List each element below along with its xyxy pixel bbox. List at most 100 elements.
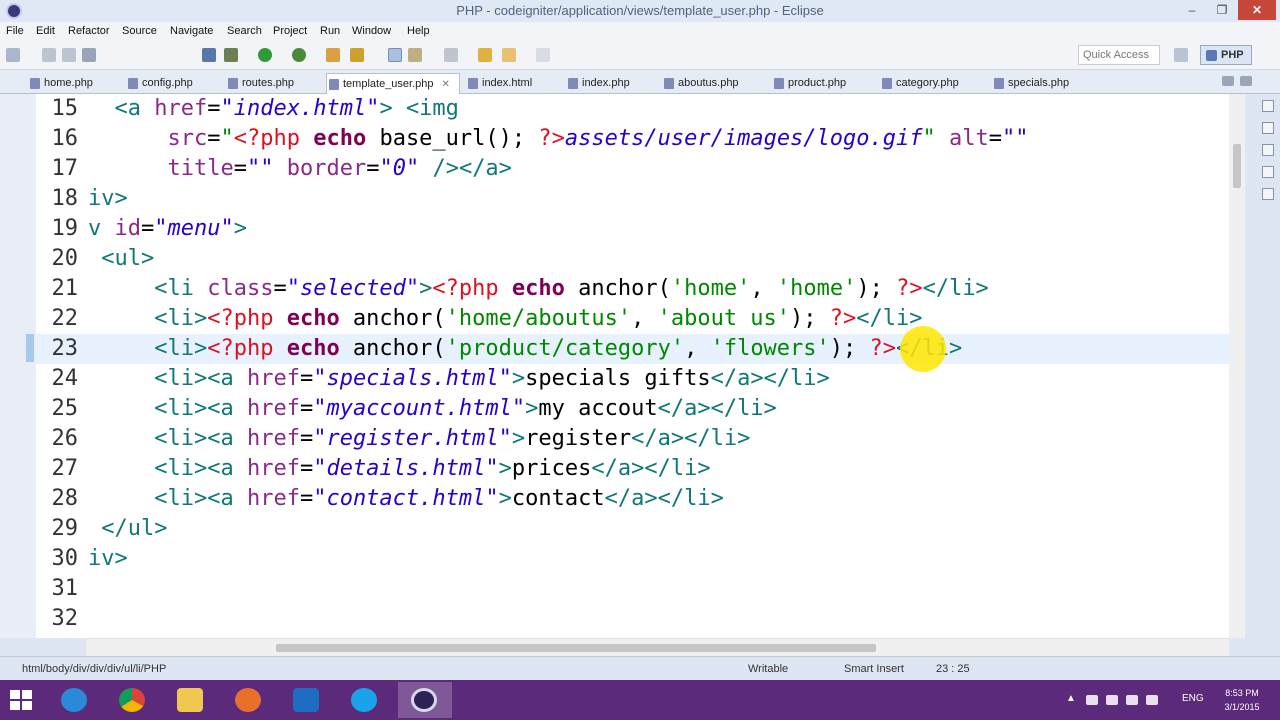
console-icon[interactable] [1262,166,1274,178]
tab-product-php[interactable]: product.php [772,73,872,94]
code-token: > [498,486,512,511]
problems-icon[interactable] [1262,188,1274,200]
skype-icon[interactable] [338,682,392,718]
code-line[interactable]: 23 <li><?php echo anchor('product/catego… [36,334,1229,364]
open-resource-icon[interactable] [350,48,364,62]
external-tools-icon[interactable] [292,48,306,62]
tab-aboutus-php[interactable]: aboutus.php [662,73,768,94]
menu-search[interactable]: Search [227,25,262,37]
maximize-button[interactable]: ❐ [1208,0,1236,20]
skip-breakpoints-icon[interactable] [202,48,216,62]
vertical-scrollbar[interactable] [1229,94,1245,638]
code-line[interactable]: 31 [36,574,1229,604]
firefox-icon[interactable] [222,682,276,718]
code-token: </a></li> [657,396,777,421]
minimize-editor-icon[interactable] [1222,76,1234,86]
save-icon[interactable] [42,48,56,62]
back-icon[interactable] [502,48,516,62]
task-icon[interactable] [1262,144,1274,156]
tab-specials-php[interactable]: specials.php [992,73,1092,94]
code-line[interactable]: 20 <ul> [36,244,1229,274]
restore-icon[interactable] [1262,100,1274,112]
code-line[interactable]: 19 v id="menu"> [36,214,1229,244]
tab-label: index.html [482,77,533,89]
toggle-mark-occurrences-icon[interactable] [388,48,402,62]
next-annotation-icon[interactable] [444,48,458,62]
windows-start-icon[interactable] [10,690,32,710]
code-line[interactable]: 29 </ul> [36,514,1229,544]
menu-edit[interactable]: Edit [36,25,55,37]
horizontal-scroll-thumb[interactable] [276,644,876,652]
outlook-icon[interactable] [280,682,334,718]
run-icon[interactable] [258,48,272,62]
open-type-icon[interactable] [326,48,340,62]
maximize-editor-icon[interactable] [1240,76,1252,86]
menu-file[interactable]: File [6,25,24,37]
code-line[interactable]: 22 <li><?php echo anchor('home/aboutus',… [36,304,1229,334]
close-button[interactable]: ✕ [1238,0,1276,20]
menu-source[interactable]: Source [122,25,157,37]
tab-category-php[interactable]: category.php [880,73,984,94]
code-token: ); [829,336,870,361]
menu-run[interactable]: Run [320,25,340,37]
menu-help[interactable]: Help [407,25,430,37]
tab-template-user-php[interactable]: template_user.php ✕ [326,73,460,94]
save-all-icon[interactable] [62,48,76,62]
horizontal-scrollbar[interactable] [86,638,1229,656]
outline-icon[interactable] [1262,122,1274,134]
battery-icon[interactable] [1126,695,1138,705]
volume-icon[interactable] [1146,695,1158,705]
close-tab-icon[interactable]: ✕ [442,79,450,90]
code-line[interactable]: 16 src="<?php echo base_url(); ?>assets/… [36,124,1229,154]
php-perspective-button[interactable]: PHP [1200,45,1252,65]
tab-home-php[interactable]: home.php [28,73,122,94]
action-center-icon[interactable] [1086,695,1098,705]
print-icon[interactable] [82,48,96,62]
last-edit-icon[interactable] [478,48,492,62]
tab-routes-php[interactable]: routes.php [226,73,322,94]
internet-explorer-icon[interactable] [48,682,102,718]
tab-index-php[interactable]: index.php [566,73,660,94]
chrome-icon[interactable] [106,682,160,718]
code-editor[interactable]: 15 <a href="index.html"> <img 16 src="<?p… [36,94,1229,638]
tab-config-php[interactable]: config.php [126,73,220,94]
code-text: <li><a href="myaccount.html">my accout</… [88,394,777,424]
debug-icon[interactable] [224,48,238,62]
vertical-scroll-thumb[interactable] [1233,144,1241,188]
open-perspective-icon[interactable] [1174,48,1188,62]
language-indicator[interactable]: ENG [1182,693,1204,704]
eclipse-taskbar-icon[interactable] [398,682,452,718]
show-hidden-icons[interactable]: ▲ [1066,693,1076,704]
menu-refactor[interactable]: Refactor [68,25,110,37]
annotation-icon[interactable] [408,48,422,62]
code-line[interactable]: 24 <li><a href="specials.html">specials … [36,364,1229,394]
menu-project[interactable]: Project [273,25,307,37]
code-line[interactable]: 32 [36,604,1229,634]
quick-access-input[interactable]: Quick Access [1078,45,1160,65]
code-line[interactable]: 30 iv> [36,544,1229,574]
network-icon[interactable] [1106,695,1118,705]
code-line[interactable]: 27 <li><a href="details.html">prices</a>… [36,454,1229,484]
code-line[interactable]: 25 <li><a href="myaccount.html">my accou… [36,394,1229,424]
code-token: </a></li> [604,486,724,511]
code-line[interactable]: 26 <li><a href="register.html">register<… [36,424,1229,454]
tab-index-html[interactable]: index.html [466,73,560,94]
code-line[interactable]: 18 iv> [36,184,1229,214]
code-line[interactable]: 21 <li class="selected"><?php echo ancho… [36,274,1229,304]
code-token: "contact.html" [313,486,499,511]
forward-icon[interactable] [536,48,550,62]
clock[interactable]: 8:53 PM 3/1/2015 [1212,686,1272,714]
minimize-button[interactable]: ‒ [1178,0,1206,20]
code-line[interactable]: 17 title="" border="0" /></a> [36,154,1229,184]
code-line[interactable]: 15 <a href="index.html"> <img [36,94,1229,124]
code-line[interactable]: 28 <li><a href="contact.html">contact</a… [36,484,1229,514]
current-line-marker [26,334,34,362]
code-token: alt [949,126,989,151]
line-number: 22 [51,306,79,331]
new-icon[interactable] [6,48,20,62]
menu-window[interactable]: Window [352,25,391,37]
file-explorer-icon[interactable] [164,682,218,718]
menu-navigate[interactable]: Navigate [170,25,213,37]
